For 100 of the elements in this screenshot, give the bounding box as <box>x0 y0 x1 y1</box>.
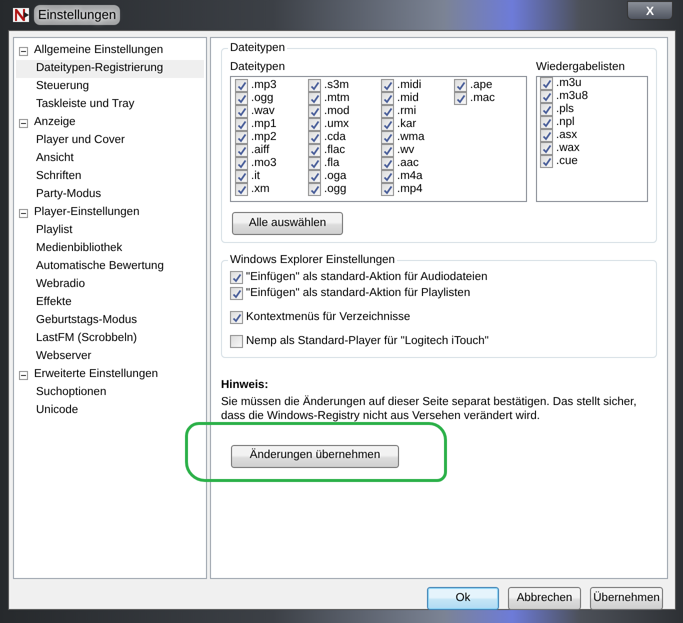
tree-item[interactable]: Automatische Bewertung <box>16 258 204 276</box>
dialog-button[interactable]: Abbrechen <box>508 587 581 610</box>
tree-item[interactable]: Unicode <box>16 402 204 420</box>
checkbox[interactable] <box>230 286 243 300</box>
checkbox[interactable] <box>308 170 321 184</box>
tree-item[interactable]: Schriften <box>16 168 204 186</box>
checkbox[interactable] <box>235 118 248 132</box>
checkbox[interactable] <box>230 334 243 348</box>
checkbox-label[interactable]: .ape <box>470 79 492 92</box>
checkbox[interactable] <box>308 79 321 92</box>
checkbox[interactable] <box>540 90 553 104</box>
checkbox-label[interactable]: .m3u <box>556 77 582 90</box>
tree-item[interactable]: Playlist <box>16 222 204 240</box>
checkbox[interactable] <box>540 129 553 142</box>
apply-changes-button[interactable]: Änderungen übernehmen <box>231 444 399 468</box>
tree-item[interactable]: Player und Cover <box>16 132 204 150</box>
checkbox[interactable] <box>381 144 394 158</box>
tree-item[interactable]: Suchoptionen <box>16 384 204 402</box>
checkbox[interactable] <box>454 79 467 92</box>
checkbox-label[interactable]: "Einfügen" als standard-Aktion für Playlisten <box>246 286 470 300</box>
checkbox-label[interactable]: .mac <box>470 92 495 106</box>
checkbox-label[interactable]: Nemp als Standard-Player für "Logitech iTouch" <box>246 334 489 348</box>
tree-item[interactable]: Anzeige <box>16 114 204 132</box>
checkbox[interactable] <box>454 92 467 106</box>
checkbox-label[interactable]: .ogg <box>251 92 274 106</box>
checkbox-label[interactable]: .aac <box>397 157 419 170</box>
checkbox-label[interactable]: .mid <box>397 92 419 106</box>
checkbox[interactable] <box>235 170 248 184</box>
checkbox-label[interactable]: .pls <box>556 103 574 116</box>
checkbox-label[interactable]: .cda <box>324 131 346 144</box>
checkbox[interactable] <box>308 118 321 132</box>
checkbox[interactable] <box>381 170 394 184</box>
checkbox[interactable] <box>230 310 243 324</box>
tree-item[interactable]: Allgemeine Einstellungen <box>16 42 204 60</box>
tree-item[interactable]: Erweiterte Einstellungen <box>16 366 204 384</box>
checkbox[interactable] <box>381 157 394 170</box>
checkbox-label[interactable]: .flac <box>324 144 346 158</box>
checkbox[interactable] <box>308 183 321 196</box>
tree-item[interactable]: LastFM (Scrobbeln) <box>16 330 204 348</box>
close-button[interactable]: X <box>627 1 673 20</box>
checkbox[interactable] <box>540 155 553 168</box>
checkbox-label[interactable]: .oga <box>324 170 346 184</box>
checkbox[interactable] <box>381 183 394 196</box>
checkbox[interactable] <box>308 131 321 144</box>
checkbox-label[interactable]: .wma <box>397 131 424 144</box>
checkbox-label[interactable]: .wv <box>397 144 414 158</box>
checkbox[interactable] <box>235 183 248 196</box>
checkbox[interactable] <box>308 92 321 106</box>
checkbox[interactable] <box>540 103 553 116</box>
checkbox[interactable] <box>540 77 553 90</box>
checkbox-label[interactable]: .rmi <box>397 105 416 118</box>
collapse-toggle-icon[interactable] <box>19 118 28 128</box>
checkbox-label[interactable]: .mp2 <box>251 131 277 144</box>
checkbox[interactable] <box>381 118 394 132</box>
collapse-toggle-icon[interactable] <box>19 208 28 218</box>
checkbox[interactable] <box>540 142 553 156</box>
checkbox-label[interactable]: .umx <box>324 118 349 132</box>
checkbox[interactable] <box>235 105 248 118</box>
tree-item[interactable]: Taskleiste und Tray <box>16 96 204 114</box>
dialog-button[interactable]: Übernehmen <box>590 587 663 610</box>
checkbox[interactable] <box>235 131 248 144</box>
checkbox-label[interactable]: .cue <box>556 155 578 168</box>
checkbox[interactable] <box>308 157 321 170</box>
checkbox[interactable] <box>381 105 394 118</box>
checkbox[interactable] <box>235 79 248 92</box>
checkbox-label[interactable]: .kar <box>397 118 416 132</box>
tree-item[interactable]: Geburtstags-Modus <box>16 312 204 330</box>
tree-item[interactable]: Webradio <box>16 276 204 294</box>
checkbox-label[interactable]: .midi <box>397 79 422 92</box>
checkbox-label[interactable]: .mp1 <box>251 118 277 132</box>
tree-item[interactable]: Dateitypen-Registrierung <box>16 60 204 78</box>
collapse-toggle-icon[interactable] <box>19 370 28 380</box>
checkbox-label[interactable]: .wav <box>251 105 275 118</box>
checkbox-label[interactable]: .s3m <box>324 79 349 92</box>
checkbox-label[interactable]: .mo3 <box>251 157 277 170</box>
dialog-button[interactable]: Ok <box>427 587 499 610</box>
checkbox-label[interactable]: .mp4 <box>397 183 423 196</box>
checkbox-label[interactable]: .mtm <box>324 92 350 106</box>
tree-item[interactable]: Effekte <box>16 294 204 312</box>
select-all-button[interactable]: Alle auswählen <box>232 212 343 236</box>
checkbox[interactable] <box>381 79 394 92</box>
checkbox[interactable] <box>308 105 321 118</box>
checkbox-label[interactable]: .m4a <box>397 170 423 184</box>
tree-item[interactable]: Webserver <box>16 348 204 366</box>
checkbox[interactable] <box>230 270 243 284</box>
checkbox-label[interactable]: .wax <box>556 142 580 156</box>
tree-item[interactable]: Ansicht <box>16 150 204 168</box>
checkbox[interactable] <box>235 144 248 158</box>
checkbox-label[interactable]: .m3u8 <box>556 90 588 104</box>
tree-item[interactable]: Steuerung <box>16 78 204 96</box>
tree-item[interactable]: Party-Modus <box>16 186 204 204</box>
checkbox-label[interactable]: .it <box>251 170 260 184</box>
checkbox[interactable] <box>235 92 248 106</box>
tree-item[interactable]: Medienbibliothek <box>16 240 204 258</box>
checkbox-label[interactable]: .npl <box>556 116 575 130</box>
checkbox[interactable] <box>235 157 248 170</box>
tree-item[interactable]: Player-Einstellungen <box>16 204 204 222</box>
checkbox[interactable] <box>540 116 553 130</box>
checkbox-label[interactable]: .xm <box>251 183 270 196</box>
checkbox-label[interactable]: Kontextmenüs für Verzeichnisse <box>246 310 410 324</box>
